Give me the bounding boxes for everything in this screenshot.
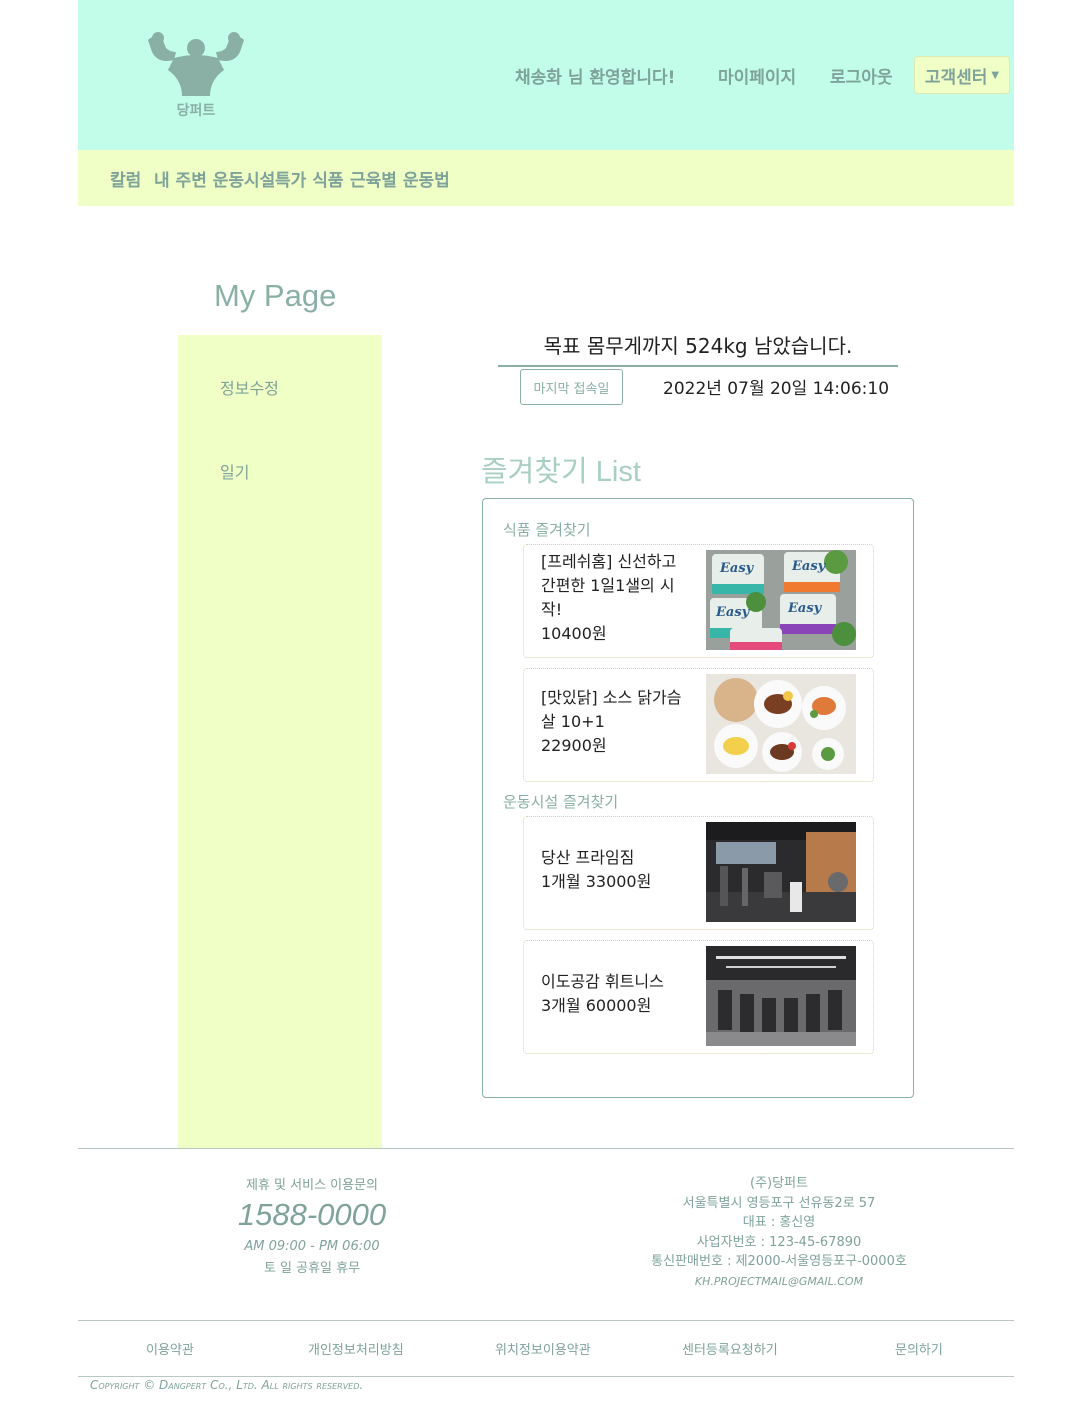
favorites-title: 즐겨찾기 List (481, 456, 641, 488)
business-hours: AM 09:00 - PM 06:00 (244, 1239, 380, 1254)
logo[interactable]: 당퍼트 (144, 30, 248, 120)
food-name: [맛있닭] 소스 닭가슴살 10+1 (541, 688, 682, 731)
gym-name: 당산 프라임짐 (541, 848, 635, 867)
salad-product-image: Easy Easy Easy Easy (706, 550, 856, 650)
contact-info: 제휴 및 서비스 이용문의 1588-0000 AM 09:00 - PM 06… (212, 1174, 412, 1276)
gym-favorite-card[interactable]: 이도공감 휘트니스 3개월 60000원 (523, 940, 874, 1054)
nav-muscle-workouts[interactable]: 근육별 운동법 (350, 166, 450, 191)
last-login-time: 2022년 07월 20일 14:06:10 (663, 379, 890, 399)
mypage-link[interactable]: 마이페이지 (718, 63, 796, 88)
favorites-panel: 식품 즐겨찾기 [프레쉬홈] 신선하고 간편한 1일1샐의 시작! 10400원… (482, 498, 914, 1098)
gym-name: 이도공감 휘트니스 (541, 972, 664, 991)
phone-number: 1588-0000 (237, 1197, 387, 1232)
gym-photo (706, 946, 856, 1046)
terms-link[interactable]: 이용약관 (146, 1339, 194, 1358)
footer-divider (78, 1320, 1014, 1321)
gym-photo (706, 822, 856, 922)
business-number: 사업자번호 : 123-45-67890 (696, 1234, 862, 1250)
holiday-notice: 토 일 공휴일 휴무 (263, 1261, 361, 1276)
nav-column[interactable]: 칼럼 (110, 166, 141, 191)
nav-nearby-gyms[interactable]: 내 주변 운동시설 (154, 166, 275, 191)
location-terms-link[interactable]: 위치정보이용약관 (495, 1339, 591, 1358)
food-name: [프레쉬홈] 신선하고 간편한 1일1샐의 시작! (541, 552, 677, 619)
site-header: 당퍼트 채송화 님 환영합니다! 마이페이지 로그아웃 고객센터 ▼ (78, 0, 1014, 150)
footer-divider (78, 1148, 1014, 1149)
svg-text:Easy: Easy (791, 559, 827, 574)
category-nav: 칼럼 내 주변 운동시설 특가 식품 근육별 운동법 (78, 150, 1014, 206)
gym-favorite-card[interactable]: 당산 프라임짐 1개월 33000원 (523, 816, 874, 930)
mail-order-number: 통신판매번호 : 제2000-서울영등포구-0000호 (651, 1254, 907, 1270)
gym-price: 1개월 33000원 (541, 872, 652, 891)
logout-link[interactable]: 로그아웃 (830, 63, 893, 88)
sidebar: 정보수정 일기 (178, 335, 382, 1148)
sidebar-item-diary[interactable]: 일기 (220, 459, 249, 483)
privacy-policy-link[interactable]: 개인정보처리방침 (308, 1339, 404, 1358)
company-info: (주)당퍼트 서울특별시 영등포구 선유동2로 57 대표 : 홍신영 사업자번… (620, 1174, 938, 1292)
goal-message: 목표 몸무게까지 524kg 남았습니다. (498, 330, 898, 367)
company-name: (주)당퍼트 (750, 1176, 808, 1191)
page-title: My Page (214, 278, 337, 313)
center-registration-link[interactable]: 센터등록요청하기 (682, 1339, 778, 1358)
food-favorites-heading: 식품 즐겨찾기 (503, 521, 591, 539)
gym-favorites-heading: 운동시설 즐겨찾기 (503, 793, 619, 811)
food-favorite-card[interactable]: [맛있닭] 소스 닭가슴살 10+1 22900원 (523, 668, 874, 782)
sidebar-item-edit-info[interactable]: 정보수정 (220, 375, 279, 399)
food-favorite-card[interactable]: [프레쉬홈] 신선하고 간편한 1일1샐의 시작! 10400원 Easy Ea… (523, 544, 874, 658)
company-email[interactable]: KH.PROJECTMAIL@GMAIL.COM (620, 1272, 938, 1292)
company-address: 서울특별시 영등포구 선유동2로 57 (682, 1195, 876, 1211)
caret-down-icon: ▼ (991, 69, 1000, 81)
gym-price: 3개월 60000원 (541, 996, 652, 1015)
svg-text:Easy: Easy (715, 605, 751, 620)
copyright-text: Copyright © Dangpert Co., Ltd. All right… (90, 1378, 364, 1392)
footer-divider (78, 1376, 1014, 1377)
contact-link[interactable]: 문의하기 (895, 1339, 943, 1358)
food-price: 22900원 (541, 736, 607, 755)
svg-text:Easy: Easy (719, 561, 755, 576)
last-login-button[interactable]: 마지막 접속일 (520, 369, 623, 405)
food-price: 10400원 (541, 624, 607, 643)
nav-special-food[interactable]: 특가 식품 (275, 166, 343, 191)
chicken-product-image (706, 674, 856, 774)
muscle-man-icon (148, 32, 244, 96)
company-ceo: 대표 : 홍신영 (742, 1215, 816, 1231)
logo-text: 당퍼트 (176, 103, 216, 119)
inquiry-label: 제휴 및 서비스 이용문의 (246, 1178, 378, 1193)
customer-center-dropdown[interactable]: 고객센터 ▼ (914, 56, 1010, 94)
svg-text:Easy: Easy (787, 601, 823, 616)
customer-center-label: 고객센터 (924, 67, 988, 88)
welcome-text: 채송화 님 환영합니다! (515, 68, 676, 88)
